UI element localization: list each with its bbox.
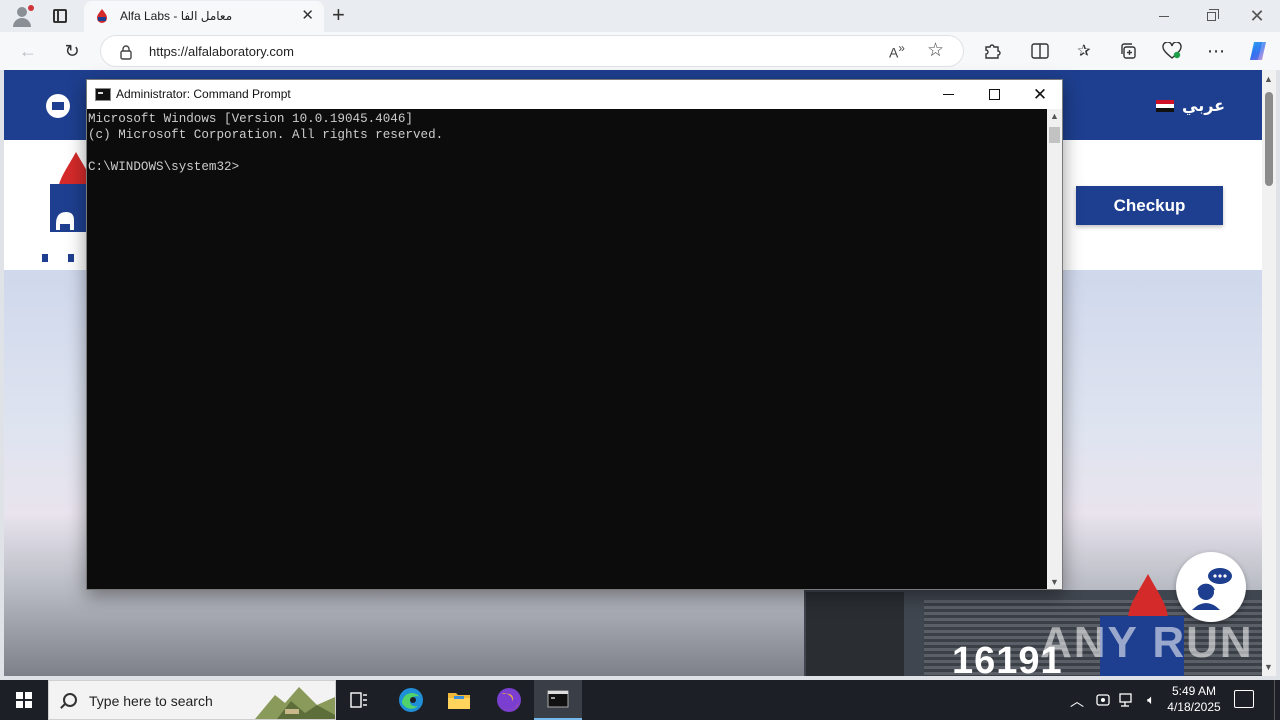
system-clock[interactable]: 5:49 AM 4/18/2025 [1164, 683, 1224, 715]
read-aloud-icon[interactable]: A» [889, 42, 905, 61]
browser-restore-button[interactable] [1193, 4, 1229, 28]
cmd-line: (c) Microsoft Corporation. All rights re… [88, 128, 444, 142]
cmd-line [88, 143, 1047, 159]
taskbar-search-box[interactable]: Type here to search [48, 680, 336, 720]
cmd-maximize-button[interactable] [971, 80, 1017, 109]
hero-building-door [806, 592, 904, 676]
favorites-icon[interactable]: ✰ [1072, 39, 1096, 63]
file-explorer-icon[interactable] [436, 680, 482, 720]
anyrun-watermark: ANY RUN [1040, 618, 1254, 667]
search-highlight-illustration-icon [255, 687, 335, 719]
chat-support-button[interactable] [1176, 552, 1246, 622]
new-tab-button[interactable]: + [332, 2, 345, 28]
windows-logo-icon [16, 692, 32, 708]
language-label: عربي [1182, 98, 1226, 115]
search-icon [63, 693, 77, 707]
tray-overflow-chevron-icon[interactable]: ︿ [1070, 691, 1084, 711]
chat-agent-icon [1192, 568, 1232, 610]
language-switch[interactable]: عربي [1156, 96, 1225, 116]
cmd-title-bar[interactable]: Administrator: Command Prompt ✕ [87, 80, 1062, 109]
copilot-icon[interactable] [1246, 39, 1270, 63]
cmd-minimize-button[interactable] [925, 80, 971, 109]
address-bar[interactable]: https://alfalaboratory.com A» ☆ [100, 35, 964, 67]
more-menu-icon[interactable]: ⋯ [1204, 39, 1228, 63]
tab-close-icon[interactable]: ✕ [301, 7, 314, 25]
firefox-icon[interactable] [486, 680, 532, 720]
taskbar: Type here to search ︿ 🔈︎ 5:49 AM 4/18/20… [0, 680, 1280, 720]
volume-icon[interactable]: 🔈︎ [1142, 692, 1160, 708]
tab-actions-icon[interactable] [48, 4, 72, 28]
clock-time: 5:49 AM [1171, 684, 1217, 698]
cmd-scrollbar[interactable]: ▲ ▼ [1047, 109, 1062, 589]
browser-tab-active[interactable]: Alfa Labs - معامل الفا ✕ [84, 1, 324, 32]
scroll-up-icon[interactable]: ▲ [1050, 111, 1059, 121]
browser-tab-bar: Alfa Labs - معامل الفا ✕ + ✕ [0, 0, 1280, 32]
extensions-icon[interactable] [980, 39, 1004, 63]
performance-icon[interactable] [1160, 39, 1184, 63]
page-scrollbar[interactable]: ▲ ▼ [1262, 70, 1276, 676]
cmd-close-button[interactable]: ✕ [1017, 80, 1063, 109]
scroll-up-icon[interactable]: ▲ [1264, 74, 1273, 84]
edge-icon[interactable] [388, 680, 434, 720]
lock-icon[interactable] [119, 44, 133, 60]
egypt-flag-icon [1156, 100, 1174, 112]
scroll-down-icon[interactable]: ▼ [1264, 662, 1273, 672]
browser-close-button[interactable]: ✕ [1239, 4, 1275, 28]
cmd-title: Administrator: Command Prompt [116, 87, 291, 101]
show-desktop-button[interactable] [1274, 680, 1280, 720]
cmd-console[interactable]: Microsoft Windows [Version 10.0.19045.40… [87, 109, 1047, 589]
scroll-down-icon[interactable]: ▼ [1050, 577, 1059, 587]
browser-minimize-button[interactable] [1146, 4, 1182, 28]
checkup-button[interactable]: Checkup [1076, 186, 1223, 225]
favorite-star-icon[interactable]: ☆ [927, 39, 944, 62]
meet-now-icon[interactable] [1094, 692, 1112, 708]
clock-date: 4/18/2025 [1167, 700, 1221, 714]
cmd-prompt-line: C:\WINDOWS\system32> [88, 160, 240, 174]
url-text[interactable]: https://alfalaboratory.com [149, 44, 294, 59]
collections-icon[interactable] [1116, 39, 1140, 63]
browser-toolbar: ← ↻ https://alfalaboratory.com A» ☆ ✰ ⋯ [0, 32, 1280, 70]
command-prompt-icon[interactable] [534, 680, 582, 720]
tab-title: Alfa Labs - معامل الفا [120, 9, 233, 23]
back-arrow-icon[interactable]: ← [16, 39, 40, 63]
mail-icon[interactable] [46, 94, 70, 118]
task-view-icon[interactable] [336, 680, 382, 720]
split-screen-icon[interactable] [1028, 39, 1052, 63]
cmd-scrollbar-thumb[interactable] [1049, 127, 1060, 143]
search-placeholder: Type here to search [89, 693, 213, 709]
cmd-line: Microsoft Windows [Version 10.0.19045.40… [88, 112, 413, 126]
alfa-labs-favicon-icon [97, 9, 107, 23]
start-button[interactable] [0, 680, 48, 720]
reload-icon[interactable]: ↻ [60, 39, 84, 63]
profile-icon[interactable] [10, 4, 34, 28]
page-scrollbar-thumb[interactable] [1265, 92, 1273, 186]
command-prompt-window[interactable]: Administrator: Command Prompt ✕ Microsof… [86, 79, 1063, 590]
notifications-icon[interactable] [1234, 690, 1254, 708]
command-prompt-icon [95, 88, 111, 101]
network-icon[interactable] [1118, 692, 1136, 708]
